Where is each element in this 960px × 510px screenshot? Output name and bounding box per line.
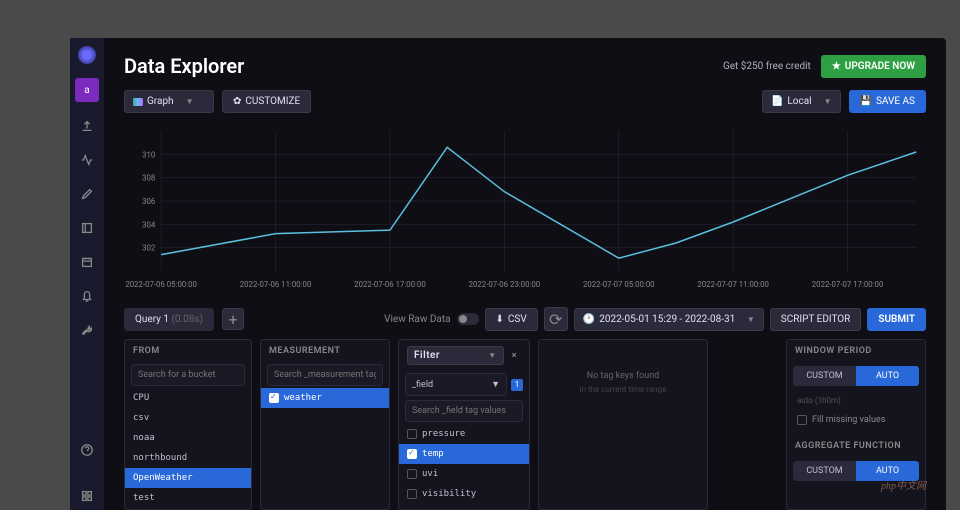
svg-text:310: 310 xyxy=(142,150,155,159)
add-query-button[interactable]: + xyxy=(222,308,244,330)
svg-text:308: 308 xyxy=(142,174,156,183)
pulse-icon[interactable] xyxy=(77,150,97,170)
window-period-label: WINDOW PERIOD xyxy=(787,340,925,362)
watermark: php中文网 xyxy=(881,477,926,492)
toolbar: Graph▼ ✿ CUSTOMIZE 📄 Local▼ 💾 SAVE AS xyxy=(104,90,946,123)
customize-button[interactable]: ✿ CUSTOMIZE xyxy=(222,90,311,113)
aggregate-label: AGGREGATE FUNCTION xyxy=(787,435,925,457)
field-item[interactable]: pressure xyxy=(399,424,529,444)
empty-tags-message: No tag keys found in the current time ra… xyxy=(539,340,707,426)
bucket-item[interactable]: csv xyxy=(125,408,251,428)
aggregate-custom-button[interactable]: CUSTOM xyxy=(793,461,856,481)
filter-panel: Filter▼ × _field▼ 1 pressuretempuvivisib… xyxy=(398,339,530,510)
from-label: FROM xyxy=(125,340,251,362)
bucket-search-input[interactable] xyxy=(131,364,245,386)
close-filter-button[interactable]: × xyxy=(508,349,521,363)
field-item[interactable]: wind_deg xyxy=(399,504,529,509)
window-hint: auto (1h0m) xyxy=(787,390,925,411)
bucket-item[interactable]: noaa xyxy=(125,428,251,448)
svg-text:2022-07-06 23:00:00: 2022-07-06 23:00:00 xyxy=(469,280,541,289)
logo-icon[interactable] xyxy=(78,46,96,64)
wrench-icon[interactable] xyxy=(77,320,97,340)
upgrade-button[interactable]: ★ UPGRADE NOW xyxy=(821,55,926,78)
svg-text:302: 302 xyxy=(142,244,156,253)
measurement-item[interactable]: weather xyxy=(261,388,389,408)
refresh-button[interactable]: ⟳ xyxy=(544,307,568,331)
timezone-select[interactable]: 📄 Local▼ xyxy=(762,90,841,113)
query-builder: FROM CPUcsvnoaanorthboundOpenWeathertest… xyxy=(104,339,946,510)
submit-button[interactable]: SUBMIT xyxy=(867,308,926,331)
chart[interactable]: 302 304 306 308 310 2022-07-06 05:00:00 2022-0… xyxy=(124,123,926,293)
measurement-search-input[interactable] xyxy=(267,364,383,386)
bucket-item[interactable]: CPU xyxy=(125,388,251,408)
bucket-item[interactable]: northbound xyxy=(125,448,251,468)
view-raw-toggle[interactable]: View Raw Data xyxy=(384,313,478,325)
window-auto-button[interactable]: AUTO xyxy=(856,366,919,386)
graph-type-select[interactable]: Graph▼ xyxy=(124,90,214,113)
main-content: Data Explorer Get $250 free credit ★ UPG… xyxy=(104,38,946,510)
calendar-icon[interactable] xyxy=(77,252,97,272)
field-count-badge: 1 xyxy=(511,379,523,391)
field-search-input[interactable] xyxy=(405,400,523,422)
sidebar: a xyxy=(70,38,104,510)
filter-type-select[interactable]: Filter▼ xyxy=(407,346,504,365)
app-window: a Data Explorer Get $250 free credit ★ U… xyxy=(70,38,946,510)
svg-text:2022-07-07 11:00:00: 2022-07-07 11:00:00 xyxy=(697,280,769,289)
svg-text:304: 304 xyxy=(142,220,156,229)
measurement-label: MEASUREMENT xyxy=(261,340,389,362)
grid-icon[interactable] xyxy=(77,486,97,506)
csv-button[interactable]: ⬇ CSV xyxy=(485,308,538,331)
svg-text:2022-07-06 05:00:00: 2022-07-06 05:00:00 xyxy=(125,280,197,289)
graph-icon xyxy=(133,98,143,106)
credit-text: Get $250 free credit xyxy=(723,61,811,72)
save-as-button[interactable]: 💾 SAVE AS xyxy=(849,90,926,113)
svg-text:2022-07-07 05:00:00: 2022-07-07 05:00:00 xyxy=(583,280,655,289)
bucket-item[interactable]: OpenWeather xyxy=(125,468,251,488)
query-bar: Query 1 (0.08s) + View Raw Data ⬇ CSV ⟳ … xyxy=(104,299,946,339)
fill-missing-checkbox[interactable]: Fill missing values xyxy=(787,411,925,429)
bell-icon[interactable] xyxy=(77,286,97,306)
measurement-panel: MEASUREMENT weather xyxy=(260,339,390,510)
svg-text:306: 306 xyxy=(142,197,156,206)
tags-panel: No tag keys found in the current time ra… xyxy=(538,339,708,510)
field-item[interactable]: temp xyxy=(399,444,529,464)
field-item[interactable]: uvi xyxy=(399,464,529,484)
edit-icon[interactable] xyxy=(77,184,97,204)
window-custom-button[interactable]: CUSTOM xyxy=(793,366,856,386)
time-range-select[interactable]: 🕐 2022-05-01 15:29 - 2022-08-31…▼ xyxy=(574,308,764,331)
svg-text:2022-07-06 17:00:00: 2022-07-06 17:00:00 xyxy=(354,280,426,289)
sidebar-item-a[interactable]: a xyxy=(75,78,99,102)
page-header: Data Explorer Get $250 free credit ★ UPG… xyxy=(104,38,946,90)
query-tab-1[interactable]: Query 1 (0.08s) xyxy=(124,308,214,331)
help-icon[interactable] xyxy=(77,440,97,460)
from-panel: FROM CPUcsvnoaanorthboundOpenWeathertest… xyxy=(124,339,252,510)
book-icon[interactable] xyxy=(77,218,97,238)
bucket-item[interactable]: test xyxy=(125,488,251,508)
svg-text:2022-07-07 17:00:00: 2022-07-07 17:00:00 xyxy=(812,280,884,289)
svg-text:2022-07-06 11:00:00: 2022-07-06 11:00:00 xyxy=(240,280,312,289)
upload-icon[interactable] xyxy=(77,116,97,136)
script-editor-button[interactable]: SCRIPT EDITOR xyxy=(770,308,862,331)
bucket-item[interactable]: test-bucket xyxy=(125,508,251,509)
field-item[interactable]: visibility xyxy=(399,484,529,504)
field-key-select[interactable]: _field▼ xyxy=(405,373,507,396)
page-title: Data Explorer xyxy=(124,54,244,78)
